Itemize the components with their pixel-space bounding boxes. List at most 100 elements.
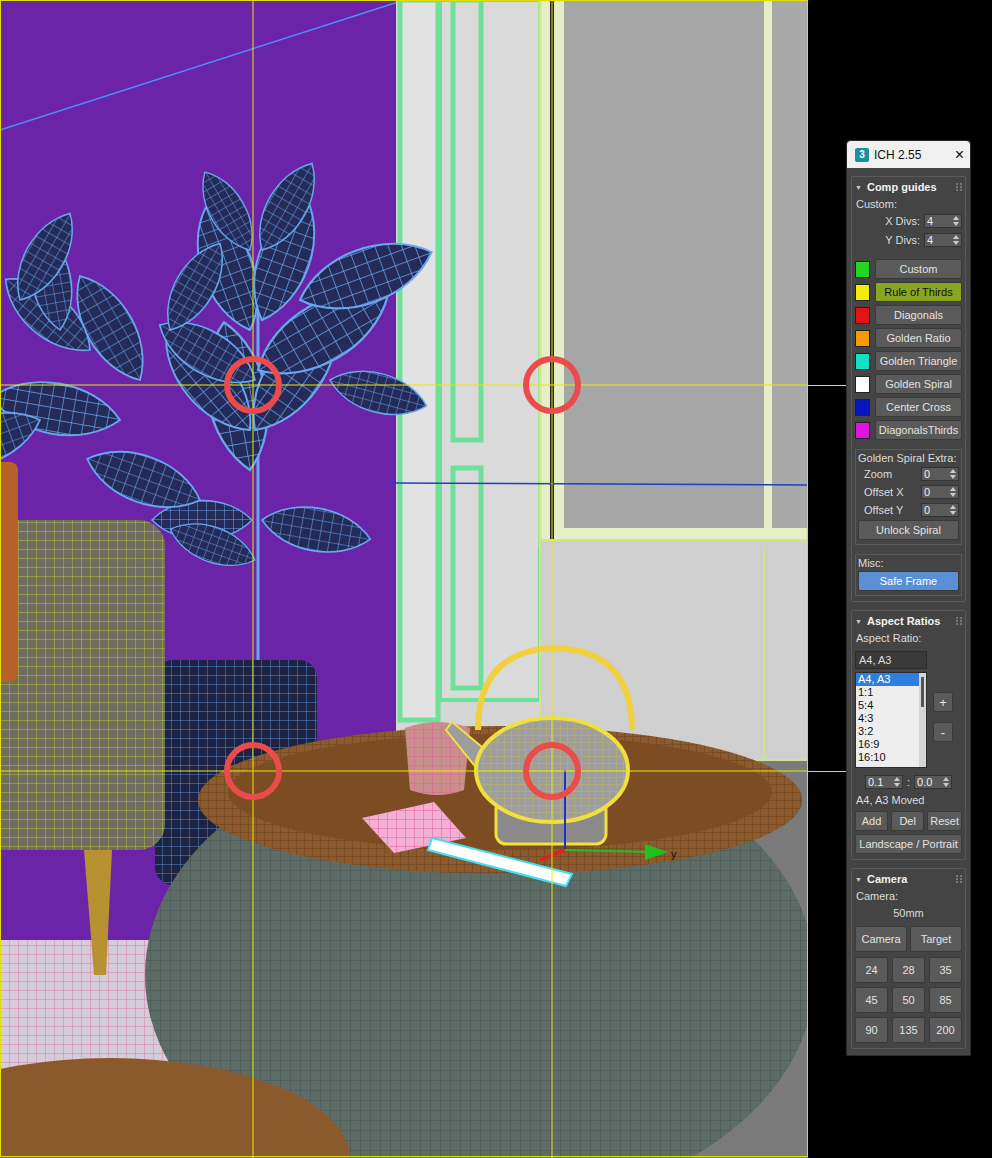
spinner-field[interactable]: 0 [921,503,959,517]
aspect-ratio-field[interactable]: A4, A3 [855,651,927,669]
guide-button[interactable]: Rule of Thirds [875,282,962,302]
spinner-field[interactable]: 4 [924,233,962,247]
guide-row: Center Cross [855,397,962,417]
ratio-action-button[interactable]: Reset [927,811,962,831]
spinner-label: Zoom [858,468,917,480]
lens-button[interactable]: 90 [855,1017,888,1043]
scrollbar-thumb[interactable] [921,677,924,707]
color-swatch[interactable] [855,330,870,347]
comp-guides-rollout: ▼ Comp guides Custom: X Divs: 4 Y Divs: … [851,176,966,602]
scrollbar[interactable] [919,673,926,767]
lens-button[interactable]: 28 [892,957,925,983]
lens-button[interactable]: 50 [892,987,925,1013]
spinner-field[interactable]: 4 [924,214,962,228]
aspect-ratio-item[interactable]: A4, A3 [856,673,919,686]
ratio-action-button[interactable]: Add [855,811,888,831]
teapot[interactable] [446,648,632,844]
lens-button[interactable]: 45 [855,987,888,1013]
unlock-spiral-button[interactable]: Unlock Spiral [858,520,959,540]
aspect-ratio-item[interactable]: 16:10 [856,751,919,764]
group-label: Misc: [858,557,959,569]
close-button[interactable]: × [955,147,964,163]
window-title: ICH 2.55 [874,148,950,162]
aspect-ratio-item[interactable]: 16:9 [856,738,919,751]
collapse-toggle[interactable]: ▼ [855,876,862,883]
guide-button[interactable]: Golden Spiral [875,374,962,394]
orientation-button[interactable]: Landscape / Portrait [855,834,962,854]
spinner-row: Offset Y 0 [858,502,959,518]
color-swatch[interactable] [855,422,870,439]
spinner-arrows-icon[interactable] [950,487,956,497]
spinner-arrows-icon[interactable] [953,235,959,245]
spinner-arrows-icon[interactable] [894,777,900,787]
viewport[interactable]: y [0,0,808,1158]
title-bar[interactable]: 3 ICH 2.55 × [847,141,970,168]
lens-button[interactable]: 85 [929,987,962,1013]
rollout-title: Comp guides [867,181,951,193]
lens-grid: 242835 455085 90135200 [855,957,962,1043]
rollout-header[interactable]: ▼ Aspect Ratios [855,613,962,629]
guide-button[interactable]: Center Cross [875,397,962,417]
guide-list: Custom Rule of Thirds Diagonals Golden R… [855,259,962,440]
camera-select-button[interactable]: Camera [855,926,907,952]
spinner-field[interactable]: 0 [921,467,959,481]
lens-button[interactable]: 35 [929,957,962,983]
collapse-toggle[interactable]: ▼ [855,184,862,191]
guide-row: Custom [855,259,962,279]
axis-line [390,483,808,485]
guide-button[interactable]: Golden Ratio [875,328,962,348]
add-ratio-button[interactable]: + [933,692,953,712]
guide-row: Rule of Thirds [855,282,962,302]
safe-frame-button[interactable]: Safe Frame [858,571,959,591]
intersection-marker [227,745,279,797]
aspect-ratio-item[interactable]: 4:3 [856,712,919,725]
spinner-arrows-icon[interactable] [953,216,959,226]
ratio-spinners: 0.1 : 0.0 [855,775,962,789]
transform-gizmo[interactable]: y [540,770,677,860]
spinner-arrows-icon[interactable] [950,505,956,515]
viewport-scene[interactable]: y [0,0,808,1158]
color-swatch[interactable] [855,307,870,324]
rollout-title: Aspect Ratios [867,615,951,627]
rollout-header[interactable]: ▼ Camera [855,871,962,887]
ratio-action-button[interactable]: Del [891,811,924,831]
guide-button[interactable]: Golden Triangle [875,351,962,371]
spinner-arrows-icon[interactable] [950,469,956,479]
color-swatch[interactable] [855,353,870,370]
remove-ratio-button[interactable]: - [933,722,953,742]
color-swatch[interactable] [855,284,870,301]
guide-button[interactable]: Diagonals [875,305,962,325]
guide-button[interactable]: DiagonalsThirds [875,420,962,440]
aspect-ratio-item[interactable]: 1:1 [856,686,919,699]
ich-panel[interactable]: 3 ICH 2.55 × ▼ Comp guides Custom: X Div… [846,140,971,1056]
guide-row: Golden Ratio [855,328,962,348]
spinner-label: X Divs: [885,215,920,227]
spiral-extra-group: Golden Spiral Extra: Zoom 0 Offset X 0 O… [855,449,962,545]
rollout-header[interactable]: ▼ Comp guides [855,179,962,195]
intersection-marker [526,359,578,411]
guide-button[interactable]: Custom [875,259,962,279]
grip-icon[interactable] [956,875,962,883]
spinner-arrows-icon[interactable] [943,777,949,787]
collapse-toggle[interactable]: ▼ [855,618,862,625]
lens-button[interactable]: 24 [855,957,888,983]
color-swatch[interactable] [855,376,870,393]
camera-select-button[interactable]: Target [910,926,962,952]
color-swatch[interactable] [855,261,870,278]
armchair [0,462,165,975]
spinner-field[interactable]: 0 [921,485,959,499]
spinner-field[interactable]: 0.0 [914,775,952,789]
grip-icon[interactable] [956,183,962,191]
spinner-field[interactable]: 0.1 [865,775,903,789]
lens-button[interactable]: 135 [892,1017,925,1043]
guide-line-stub [808,385,846,386]
lens-button[interactable]: 200 [929,1017,962,1043]
aspect-ratio-list[interactable]: A4, A31:15:44:33:216:916:10 [855,672,927,768]
aspect-ratio-item[interactable]: 5:4 [856,699,919,712]
aspect-list-area: A4, A31:15:44:33:216:916:10 + - [855,672,962,768]
grip-icon[interactable] [956,617,962,625]
color-swatch[interactable] [855,399,870,416]
spinner-row: X Divs: 4 [855,213,962,229]
aspect-ratio-item[interactable]: 3:2 [856,725,919,738]
spinner-label: Offset Y [858,504,917,516]
